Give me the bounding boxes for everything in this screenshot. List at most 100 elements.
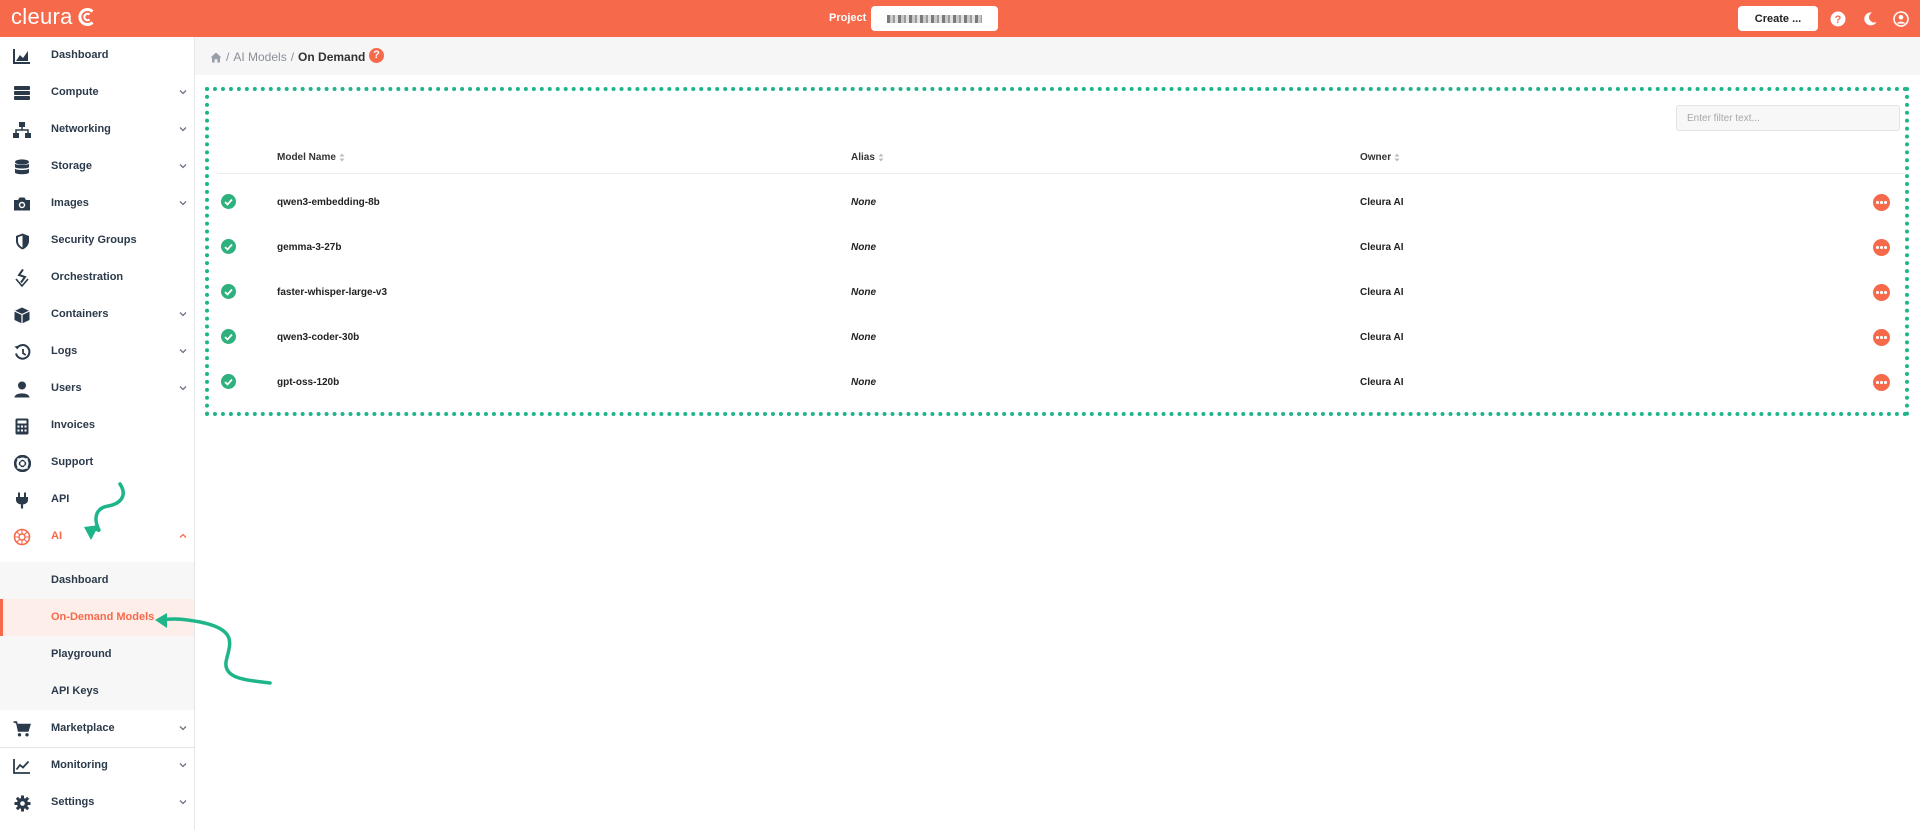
plug-icon: [13, 491, 31, 509]
sidebar-item-label: Images: [51, 197, 89, 209]
sidebar-subitem-label: On-Demand Models: [51, 611, 155, 623]
help-icon[interactable]: ?: [1828, 9, 1847, 28]
sidebar-item-compute[interactable]: Compute: [0, 74, 194, 111]
check-circle-icon: [221, 194, 236, 209]
row-actions-button[interactable]: [1873, 194, 1890, 211]
row-actions-button[interactable]: [1873, 329, 1890, 346]
model-alias: None: [851, 377, 876, 388]
sidebar-item-marketplace[interactable]: Marketplace: [0, 710, 194, 747]
model-name: faster-whisper-large-v3: [277, 287, 388, 298]
help-icon[interactable]: ?: [369, 48, 384, 63]
logo-mark-icon: [78, 8, 94, 26]
sidebar-subitem-api-keys[interactable]: API Keys: [0, 673, 194, 710]
chevron-down-icon: [179, 726, 187, 731]
create-button[interactable]: Create ...: [1738, 6, 1818, 31]
column-header-label: Owner: [1360, 152, 1392, 163]
sidebar-subitem-ai-dashboard[interactable]: Dashboard: [0, 562, 194, 599]
sidebar: Dashboard Compute Networking Storage Ima…: [0, 37, 195, 830]
header-divider: [217, 173, 1905, 174]
top-bar: cleura Project Create ... ?: [0, 0, 1920, 37]
ai-icon: [13, 528, 31, 546]
sidebar-item-label: Dashboard: [51, 49, 109, 61]
sidebar-item-images[interactable]: Images: [0, 185, 194, 222]
sidebar-item-label: Containers: [51, 308, 109, 320]
model-alias: None: [851, 332, 876, 343]
project-label: Project: [829, 12, 867, 24]
sidebar-item-logs[interactable]: Logs: [0, 333, 194, 370]
check-circle-icon: [221, 374, 236, 389]
sidebar-item-label: API: [51, 493, 70, 505]
camera-icon: [13, 195, 31, 213]
sidebar-subitem-on-demand-models[interactable]: On-Demand Models: [0, 599, 194, 636]
sidebar-item-users[interactable]: Users: [0, 370, 194, 407]
check-circle-icon: [221, 239, 236, 254]
column-header-owner[interactable]: Owner: [1360, 152, 1400, 163]
sidebar-item-monitoring[interactable]: Monitoring: [0, 747, 194, 784]
sidebar-item-dashboard[interactable]: Dashboard: [0, 37, 194, 74]
chart-icon: [13, 47, 31, 65]
logo[interactable]: cleura: [11, 4, 97, 30]
sidebar-item-label: Networking: [51, 123, 111, 135]
table-row[interactable]: gemma-3-27b None Cleura AI: [209, 225, 1905, 270]
user-icon[interactable]: [1891, 9, 1910, 28]
column-header-model-name[interactable]: Model Name: [277, 152, 345, 163]
sidebar-item-settings[interactable]: Settings: [0, 784, 194, 821]
model-owner: Cleura AI: [1360, 332, 1404, 343]
sidebar-item-ai[interactable]: AI: [0, 518, 194, 555]
breadcrumb: / AI Models / On Demand: [210, 50, 365, 64]
table-row[interactable]: faster-whisper-large-v3 None Cleura AI: [209, 270, 1905, 315]
active-indicator: [0, 599, 3, 636]
sidebar-item-networking[interactable]: Networking: [0, 111, 194, 148]
model-name: gemma-3-27b: [277, 242, 342, 253]
chevron-down-icon: [179, 90, 187, 95]
sidebar-item-orchestration[interactable]: Orchestration: [0, 259, 194, 296]
model-alias: None: [851, 287, 876, 298]
sidebar-item-label: Monitoring: [51, 759, 108, 771]
user-icon: [13, 380, 31, 398]
filter-input[interactable]: [1676, 105, 1900, 131]
sort-icon: [1394, 153, 1400, 162]
server-icon: [13, 84, 31, 102]
model-name: qwen3-embedding-8b: [277, 197, 380, 208]
calculator-icon: [13, 417, 31, 435]
model-owner: Cleura AI: [1360, 287, 1404, 298]
table-row[interactable]: qwen3-coder-30b None Cleura AI: [209, 315, 1905, 360]
moon-icon[interactable]: [1860, 9, 1879, 28]
sidebar-item-label: Security Groups: [51, 234, 137, 246]
model-alias: None: [851, 242, 876, 253]
project-select[interactable]: [871, 6, 998, 31]
check-circle-icon: [221, 284, 236, 299]
check-circle-icon: [221, 329, 236, 344]
shield-icon: [13, 232, 31, 250]
sidebar-item-invoices[interactable]: Invoices: [0, 407, 194, 444]
cube-icon: [13, 306, 31, 324]
row-actions-button[interactable]: [1873, 374, 1890, 391]
sidebar-subitem-playground[interactable]: Playground: [0, 636, 194, 673]
gear-icon: [13, 794, 31, 812]
chevron-up-icon: [179, 533, 187, 538]
svg-text:?: ?: [1834, 14, 1841, 26]
chevron-down-icon: [179, 800, 187, 805]
model-owner: Cleura AI: [1360, 377, 1404, 388]
chevron-down-icon: [179, 201, 187, 206]
table-row[interactable]: gpt-oss-120b None Cleura AI: [209, 360, 1905, 405]
sidebar-item-support[interactable]: Support: [0, 444, 194, 481]
sidebar-item-label: Marketplace: [51, 722, 115, 734]
row-actions-button[interactable]: [1873, 239, 1890, 256]
table-row[interactable]: qwen3-embedding-8b None Cleura AI: [209, 180, 1905, 225]
line-chart-icon: [13, 757, 31, 775]
chevron-down-icon: [179, 349, 187, 354]
home-icon[interactable]: [210, 52, 222, 63]
sort-icon: [878, 153, 884, 162]
sidebar-subitem-label: API Keys: [51, 685, 99, 697]
logo-text: cleura: [11, 4, 73, 29]
cart-icon: [13, 720, 31, 738]
sidebar-item-security-groups[interactable]: Security Groups: [0, 222, 194, 259]
column-header-alias[interactable]: Alias: [851, 152, 884, 163]
sidebar-item-label: Logs: [51, 345, 78, 357]
sidebar-item-api[interactable]: API: [0, 481, 194, 518]
sidebar-item-storage[interactable]: Storage: [0, 148, 194, 185]
breadcrumb-ai-models[interactable]: AI Models: [233, 50, 286, 64]
sidebar-item-containers[interactable]: Containers: [0, 296, 194, 333]
row-actions-button[interactable]: [1873, 284, 1890, 301]
